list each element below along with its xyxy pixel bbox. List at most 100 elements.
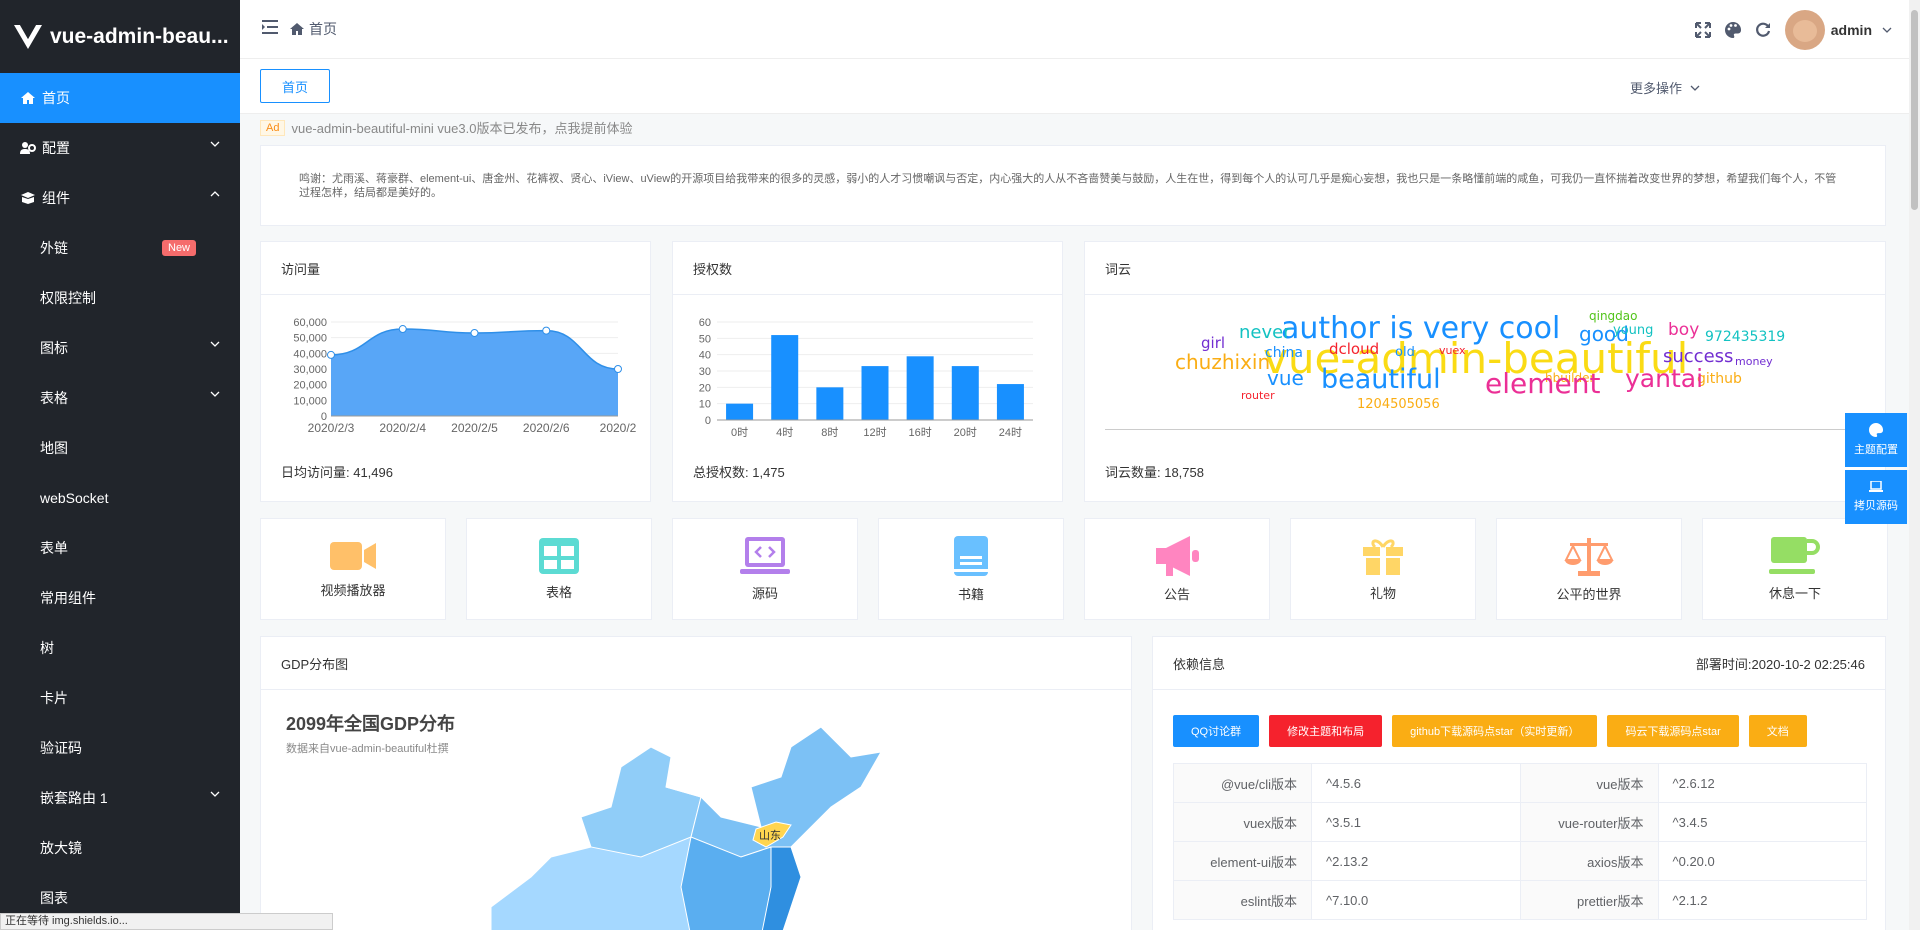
shortcut-coffee-break[interactable]: 休息一下 xyxy=(1702,518,1888,620)
bar xyxy=(816,387,844,420)
scroll-thumb[interactable] xyxy=(1911,10,1918,210)
theme-config-float-button[interactable]: 主题配置 xyxy=(1845,413,1907,467)
username[interactable]: admin xyxy=(1831,22,1872,38)
laptop-code-icon xyxy=(740,536,790,574)
copy-source-float-button[interactable]: 拷贝源码 xyxy=(1845,470,1907,524)
x-tick-label: 24时 xyxy=(999,426,1022,439)
qq-group-button[interactable]: QQ讨论群 xyxy=(1173,715,1260,747)
bar xyxy=(996,384,1024,420)
sidebar-item-map[interactable]: 地图 xyxy=(0,423,240,473)
docs-button[interactable]: 文档 xyxy=(1748,715,1807,747)
map-subtitle: 数据来自vue-admin-beautiful杜撰 xyxy=(286,743,449,755)
sidebar-item-config[interactable]: 配置 xyxy=(0,123,240,173)
palette-icon[interactable] xyxy=(1724,22,1741,38)
word-cloud-word: boy xyxy=(1668,320,1700,340)
x-tick-label: 4时 xyxy=(776,426,793,439)
book-icon xyxy=(954,535,988,576)
card-title: 访问量 xyxy=(281,261,321,277)
visits-card: 访问量 60,000 50,000 40,000 30,000 20,000 10,000… xyxy=(260,241,651,502)
word-cloud-word: github xyxy=(1697,371,1742,387)
wordcloud-card: 词云 author is very cool vue-admin-beautifu… xyxy=(1084,241,1886,502)
x-tick-label: 0时 xyxy=(731,426,748,439)
ad-tag: Ad xyxy=(260,119,286,136)
coffee-icon xyxy=(1769,536,1820,574)
fullscreen-icon[interactable] xyxy=(1694,22,1711,38)
word-cloud-word: chuzhixin xyxy=(1175,350,1271,374)
sidebar-item-magnifier[interactable]: 放大镜 xyxy=(0,823,240,873)
header-actions: admin xyxy=(1681,10,1892,50)
bullhorn-icon xyxy=(1156,535,1199,576)
card-title: 词云 xyxy=(1105,261,1132,277)
theme-layout-button[interactable]: 修改主题和布局 xyxy=(1269,715,1383,747)
chevron-down-icon xyxy=(210,341,220,347)
word-cloud-word: yantai xyxy=(1625,364,1704,393)
sidebar-item-label: 树 xyxy=(40,640,54,656)
sidebar-item-label: 权限控制 xyxy=(40,290,96,306)
shortcut-announcement[interactable]: 公告 xyxy=(1084,518,1270,620)
sidebar-item-websocket[interactable]: webSocket xyxy=(0,473,240,523)
data-point xyxy=(398,325,407,334)
shortcut-fair-world[interactable]: 公平的世界 xyxy=(1496,518,1682,620)
x-tick-label: 16时 xyxy=(909,426,932,439)
shortcut-label: 礼物 xyxy=(1369,585,1396,601)
x-tick-label: 2020/2/4 xyxy=(379,421,426,435)
more-operations-dropdown[interactable]: 更多操作 xyxy=(1630,78,1700,97)
sidebar-item-home[interactable]: 首页 xyxy=(0,73,240,123)
users-cog-icon xyxy=(20,140,36,156)
y-tick-label: 30,000 xyxy=(293,364,327,376)
sidebar-item-card[interactable]: 卡片 xyxy=(0,673,240,723)
palette-icon xyxy=(1869,423,1883,437)
china-gdp-map[interactable]: 山东 xyxy=(491,707,911,930)
word-cloud-word: router xyxy=(1241,389,1275,402)
ad-text[interactable]: vue-admin-beautiful-mini vue3.0版本已发布，点我提… xyxy=(291,118,632,137)
shortcut-source[interactable]: 源码 xyxy=(672,518,858,620)
sidebar-item-captcha[interactable]: 验证码 xyxy=(0,723,240,773)
chevron-up-icon xyxy=(210,191,220,197)
chevron-down-icon xyxy=(210,791,220,797)
table-row: vuex版本 ^3.5.1 vue-router版本 ^3.4.5 xyxy=(1173,802,1867,842)
tab-home[interactable]: 首页 xyxy=(260,69,330,103)
chevron-down-icon xyxy=(210,391,220,397)
sidebar-item-label: 常用组件 xyxy=(40,590,96,606)
chevron-down-icon[interactable] xyxy=(1882,27,1892,33)
word-cloud-word: money xyxy=(1735,355,1773,368)
sidebar-item-common-components[interactable]: 常用组件 xyxy=(0,573,240,623)
map-title: 2099年全国GDP分布 xyxy=(286,714,456,734)
page-scrollbar[interactable] xyxy=(1909,0,1920,930)
gitee-star-button[interactable]: 码云下载源码点star xyxy=(1607,715,1739,747)
github-star-button[interactable]: github下载源码点star（实时更新） xyxy=(1392,715,1598,747)
sidebar-item-tables[interactable]: 表格 xyxy=(0,373,240,423)
shortcut-label: 公告 xyxy=(1163,586,1190,602)
shortcut-video-player[interactable]: 视频播放器 xyxy=(260,518,446,620)
menu-fold-icon[interactable] xyxy=(262,20,278,34)
shortcut-books[interactable]: 书籍 xyxy=(878,518,1064,620)
avatar[interactable] xyxy=(1784,10,1825,50)
refresh-icon[interactable] xyxy=(1755,22,1771,38)
sidebar-item-form[interactable]: 表单 xyxy=(0,523,240,573)
word-cloud-word: qingdao xyxy=(1589,309,1638,323)
sidebar-item-icons[interactable]: 图标 xyxy=(0,323,240,373)
ad-banner[interactable]: Ad vue-admin-beautiful-mini vue3.0版本已发布，… xyxy=(260,118,632,137)
balance-scale-icon xyxy=(1564,537,1614,576)
shortcut-table[interactable]: 表格 xyxy=(466,518,652,620)
sidebar-item-nested-route[interactable]: 嵌套路由 1 xyxy=(0,773,240,823)
data-point xyxy=(542,326,551,335)
deploy-time: 部署时间:2020-10-2 02:25:46 xyxy=(1695,656,1865,672)
sidebar-item-components[interactable]: 组件 xyxy=(0,173,240,223)
card-title: GDP分布图 xyxy=(281,656,349,672)
shortcut-label: 视频播放器 xyxy=(320,582,386,598)
breadcrumb-home[interactable]: 首页 xyxy=(309,19,337,39)
thanks-card: 鸣谢：尤雨溪、蒋豪群、element-ui、唐金州、花裤衩、贤心、iView、u… xyxy=(260,145,1886,226)
sidebar-item-label: 表单 xyxy=(40,540,68,556)
sidebar-item-tree[interactable]: 树 xyxy=(0,623,240,673)
x-tick-label: 2020/2/5 xyxy=(451,421,498,435)
y-tick-label: 60 xyxy=(699,317,711,329)
sidebar-item-external-link[interactable]: 外链 New xyxy=(0,223,240,273)
shortcut-gift[interactable]: 礼物 xyxy=(1290,518,1476,620)
table-row: element-ui版本 ^2.13.2 axios版本 ^0.20.0 xyxy=(1173,841,1867,881)
card-title: 授权数 xyxy=(693,261,733,277)
sidebar-item-permission[interactable]: 权限控制 xyxy=(0,273,240,323)
app-logo[interactable]: vue-admin-beau... xyxy=(0,0,240,73)
word-cloud-word: element xyxy=(1485,367,1601,400)
sidebar-item-label: 外链 xyxy=(40,240,68,256)
